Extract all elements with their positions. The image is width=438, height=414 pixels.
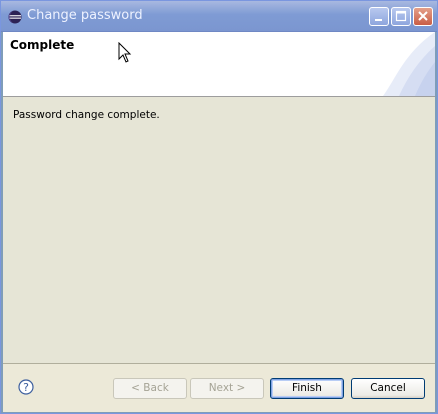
wizard-content: Password change complete. [3,97,435,364]
mouse-pointer-icon [118,42,132,63]
next-button[interactable]: Next > [190,378,264,399]
button-bar: ? < Back Next > Finish Cancel [3,364,435,412]
change-password-window: Change password Complete Password change… [0,0,438,414]
dialog-body: Complete Password change complete. ? < B… [3,32,435,412]
header-banner-graphic [383,32,435,96]
close-icon [418,11,428,21]
status-message: Password change complete. [13,109,160,121]
wizard-header: Complete [3,32,435,97]
minimize-button[interactable] [369,7,389,26]
minimize-icon [375,19,382,21]
maximize-button[interactable] [391,7,411,26]
close-button[interactable] [413,7,433,26]
finish-button[interactable]: Finish [270,378,344,399]
window-title: Change password [27,8,143,23]
svg-text:?: ? [23,381,29,394]
maximize-icon [395,10,407,22]
cancel-button[interactable]: Cancel [351,378,425,399]
help-icon[interactable]: ? [18,379,34,399]
title-bar[interactable]: Change password [1,1,437,32]
eclipse-icon [8,9,22,24]
back-button[interactable]: < Back [113,378,187,399]
page-title: Complete [10,38,75,52]
